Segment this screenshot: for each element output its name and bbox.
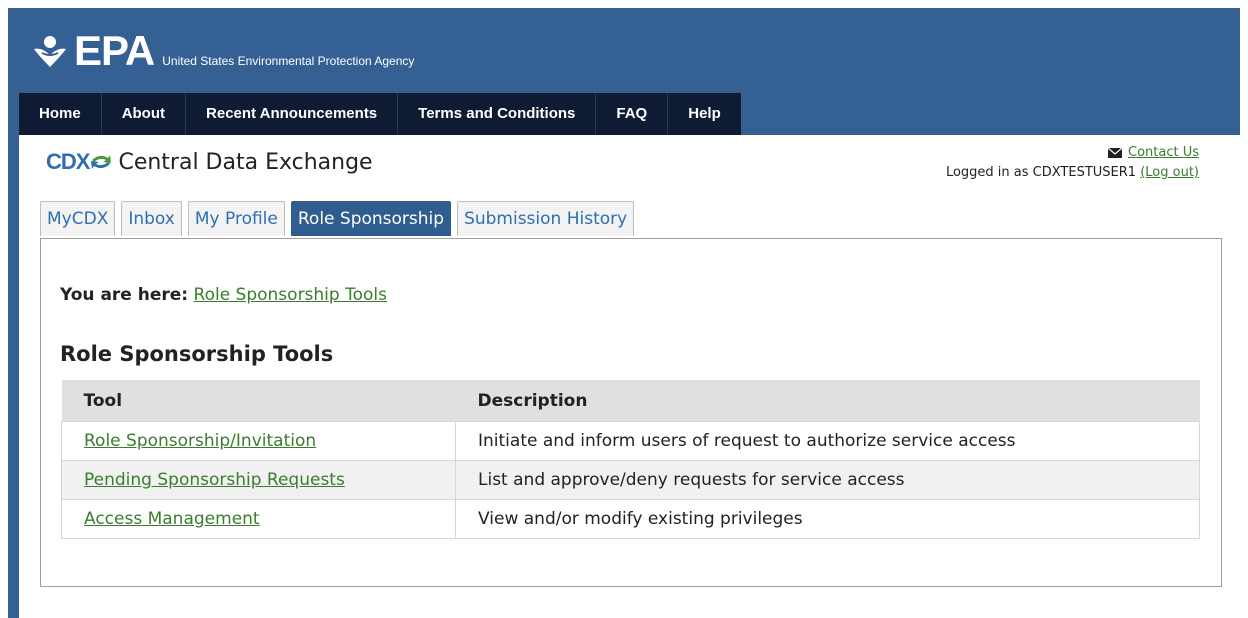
nav-help[interactable]: Help <box>668 93 741 135</box>
page-title: Role Sponsorship Tools <box>60 342 334 366</box>
nav-terms-and-conditions[interactable]: Terms and Conditions <box>398 93 597 135</box>
tab-my-profile[interactable]: My Profile <box>187 201 285 236</box>
column-header-tool: Tool <box>61 380 456 422</box>
tool-link-pending-sponsorship-requests[interactable]: Pending Sponsorship Requests <box>84 470 345 490</box>
table-row: Access Management View and/or modify exi… <box>61 499 1200 539</box>
logout-link[interactable]: (Log out) <box>1140 165 1199 180</box>
page-left-border <box>8 135 19 618</box>
nav-home[interactable]: Home <box>19 93 102 135</box>
nav-faq[interactable]: FAQ <box>596 93 669 135</box>
account-box: Contact Us Logged in as CDXTESTUSER1 (Lo… <box>946 145 1199 180</box>
main-area: CDX Central Data Exchange Contact Us Log… <box>19 135 1240 618</box>
content-panel: You are here: Role Sponsorship Tools Rol… <box>40 238 1222 587</box>
tool-cell: Pending Sponsorship Requests <box>61 460 456 500</box>
tool-link-role-sponsorship-invitation[interactable]: Role Sponsorship/Invitation <box>84 431 316 451</box>
tab-inbox[interactable]: Inbox <box>121 201 182 236</box>
description-cell: List and approve/deny requests for servi… <box>455 460 1200 500</box>
epa-wordmark: EPA <box>74 27 155 74</box>
tool-cell: Role Sponsorship/Invitation <box>61 421 456 461</box>
breadcrumb: You are here: Role Sponsorship Tools <box>60 285 387 305</box>
tool-cell: Access Management <box>61 499 456 539</box>
table-row: Pending Sponsorship Requests List and ap… <box>61 460 1200 500</box>
tab-bar: MyCDX Inbox My Profile Role Sponsorship … <box>40 201 635 236</box>
logged-in-text: Logged in as CDXTESTUSER1 <box>945 165 1137 180</box>
description-cell: View and/or modify existing privileges <box>455 499 1200 539</box>
contact-us-link[interactable]: Contact Us <box>1128 145 1199 160</box>
column-header-description: Description <box>455 380 1200 422</box>
tab-submission-history[interactable]: Submission History <box>457 201 635 236</box>
epa-flower-icon <box>34 36 66 67</box>
cdx-mark: CDX <box>46 149 90 174</box>
envelope-icon <box>1108 147 1122 158</box>
nav-recent-announcements[interactable]: Recent Announcements <box>186 93 399 135</box>
table-row: Role Sponsorship/Invitation Initiate and… <box>61 421 1200 461</box>
tab-mycdx[interactable]: MyCDX <box>40 201 116 236</box>
description-cell: Initiate and inform users of request to … <box>455 421 1200 461</box>
epa-logo[interactable]: EPA United States Environmental Protecti… <box>30 27 415 74</box>
cdx-arrows-icon <box>91 155 112 169</box>
breadcrumb-prefix: You are here: <box>60 285 189 305</box>
top-nav: Home About Recent Announcements Terms an… <box>19 93 741 135</box>
breadcrumb-link[interactable]: Role Sponsorship Tools <box>194 285 387 305</box>
cdx-title: Central Data Exchange <box>118 149 373 175</box>
nav-about[interactable]: About <box>102 93 187 135</box>
tools-table: Tool Description Role Sponsorship/Invita… <box>61 380 1200 539</box>
agency-name: United States Environmental Protection A… <box>162 54 415 68</box>
tab-role-sponsorship[interactable]: Role Sponsorship <box>290 201 452 236</box>
tool-link-access-management[interactable]: Access Management <box>84 509 260 529</box>
cdx-logo[interactable]: CDX Central Data Exchange <box>46 149 373 175</box>
